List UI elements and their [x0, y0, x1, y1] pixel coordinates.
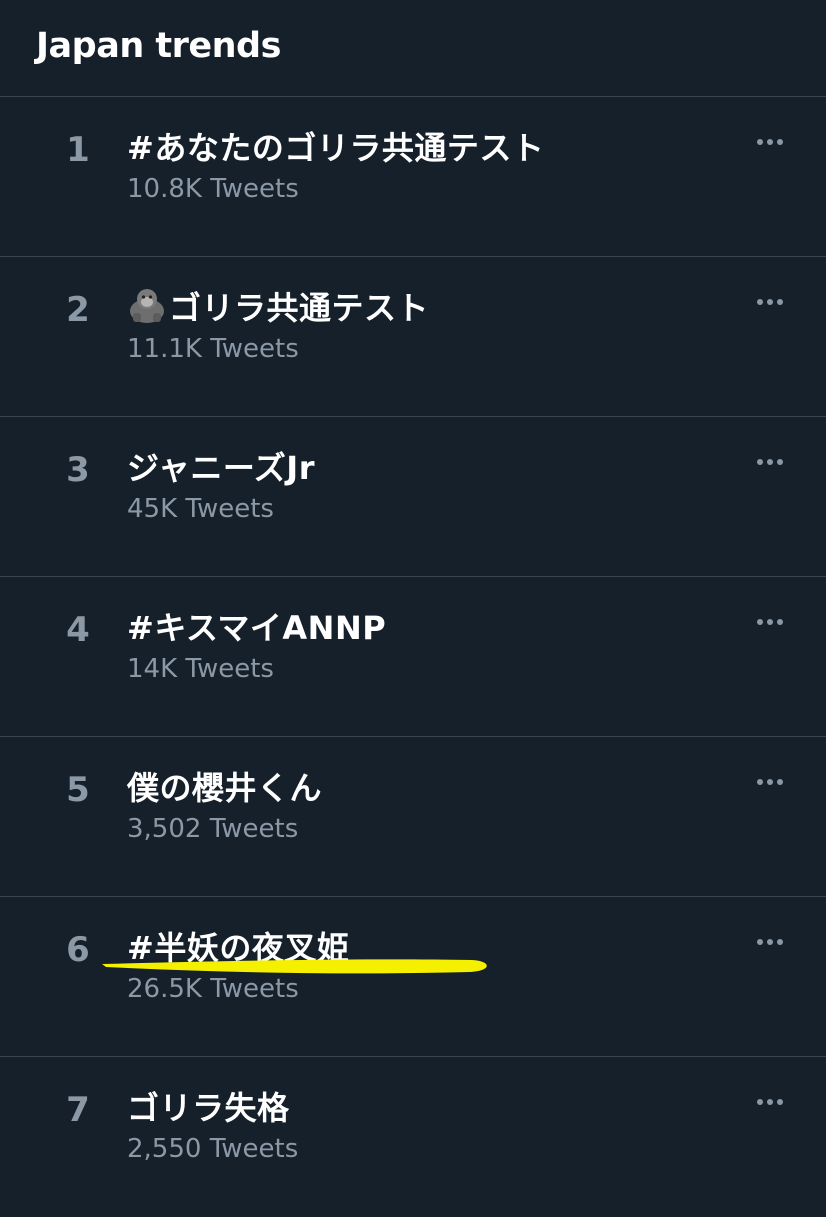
trend-rank: 4	[66, 610, 90, 650]
trend-item-4[interactable]: 4 #キスマイANNP 14K Tweets	[0, 577, 826, 737]
more-options-button[interactable]	[748, 1091, 792, 1113]
more-options-button[interactable]	[748, 131, 792, 153]
more-options-button[interactable]	[748, 931, 792, 953]
trend-name: ゴリラ失格	[127, 1089, 290, 1127]
trend-name: #あなたのゴリラ共通テスト	[127, 129, 545, 167]
more-horizontal-icon	[757, 619, 763, 625]
trend-item-1[interactable]: 1 #あなたのゴリラ共通テスト 10.8K Tweets	[0, 97, 826, 257]
header: Japan trends	[0, 0, 826, 97]
trend-rank: 7	[66, 1090, 90, 1130]
trend-item-2[interactable]: 2 ゴリラ共通テスト 11.1K Tweets	[0, 257, 826, 417]
trend-tweet-count: 14K Tweets	[127, 654, 274, 684]
trend-rank: 2	[66, 290, 90, 330]
trend-name: ジャニーズJr	[127, 449, 315, 487]
more-options-button[interactable]	[748, 451, 792, 473]
trend-name: 僕の櫻井くん	[127, 769, 323, 807]
trend-rank: 6	[66, 930, 90, 970]
trend-item-5[interactable]: 5 僕の櫻井くん 3,502 Tweets	[0, 737, 826, 897]
trend-name: #キスマイANNP	[127, 609, 387, 647]
trend-rank: 1	[66, 130, 90, 170]
trend-name: ゴリラ共通テスト	[169, 289, 430, 327]
more-horizontal-icon	[757, 299, 763, 305]
trend-tweet-count: 45K Tweets	[127, 494, 274, 524]
more-horizontal-icon	[757, 939, 763, 945]
highlight-underline-mark	[102, 959, 487, 974]
trend-list: 1 #あなたのゴリラ共通テスト 10.8K Tweets 2 ゴリラ共通テスト …	[0, 97, 826, 1217]
trend-item-7[interactable]: 7 ゴリラ失格 2,550 Tweets	[0, 1057, 826, 1217]
trend-tweet-count: 2,550 Tweets	[127, 1134, 299, 1164]
page-title: Japan trends	[36, 26, 281, 66]
trend-tweet-count: 3,502 Tweets	[127, 814, 299, 844]
trend-rank: 3	[66, 450, 90, 490]
more-options-button[interactable]	[748, 771, 792, 793]
more-horizontal-icon	[757, 139, 763, 145]
more-horizontal-icon	[757, 459, 763, 465]
more-horizontal-icon	[757, 1099, 763, 1105]
trend-tweet-count: 10.8K Tweets	[127, 174, 299, 204]
more-options-button[interactable]	[748, 611, 792, 633]
trend-name-wrapper: ゴリラ共通テスト	[127, 283, 429, 329]
more-options-button[interactable]	[748, 291, 792, 313]
gorilla-emoji-icon	[130, 289, 164, 323]
trend-rank: 5	[66, 770, 90, 810]
more-horizontal-icon	[757, 779, 763, 785]
trend-item-3[interactable]: 3 ジャニーズJr 45K Tweets	[0, 417, 826, 577]
trend-tweet-count: 11.1K Tweets	[127, 334, 299, 364]
